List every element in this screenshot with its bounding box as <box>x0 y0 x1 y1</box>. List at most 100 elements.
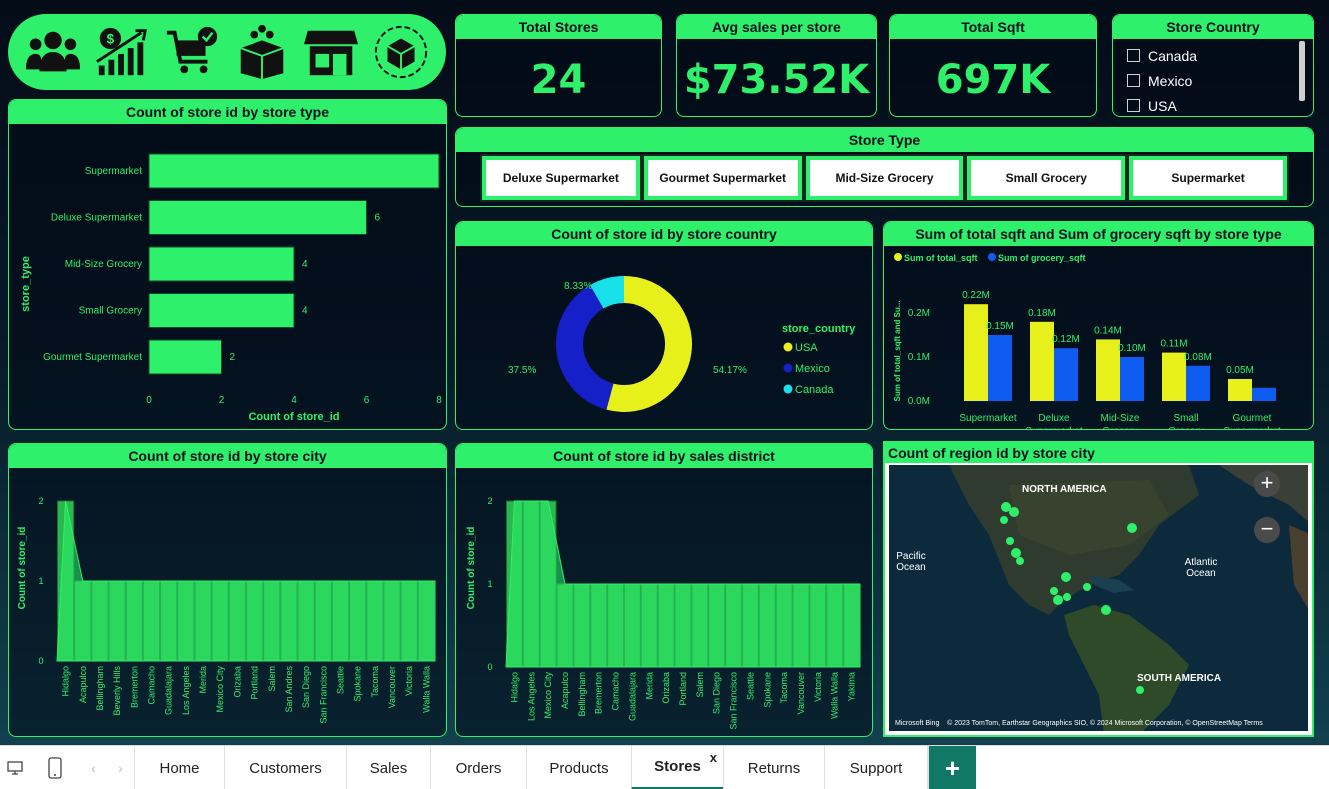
chart-store-type: Count of store id by store type Supermar… <box>8 99 447 430</box>
chart-title: Sum of total sqft and Sum of grocery sqf… <box>884 222 1313 246</box>
legend-label: Sum of total_sqft <box>904 253 978 263</box>
x-tick-label: Vancouver <box>796 672 806 714</box>
x-tick-label: Yakima <box>847 672 857 701</box>
zoom-in-button[interactable]: + <box>1254 471 1280 497</box>
checkbox[interactable] <box>1127 74 1140 87</box>
chart-title: Count of store id by store city <box>9 444 446 468</box>
data-label: 0.11M <box>1160 339 1187 350</box>
y-axis-title: store_type <box>20 256 32 312</box>
y-tick-label: 0 <box>487 662 492 672</box>
map-attribution: Microsoft Bing © 2023 TomTom, Earthstar … <box>895 720 1263 727</box>
map-marker <box>1061 572 1071 582</box>
store-type-slicer: Store Type Deluxe Supermarket Gourmet Su… <box>455 127 1314 207</box>
tab-customers[interactable]: Customers <box>224 746 346 789</box>
tab-returns[interactable]: Returns <box>723 746 824 789</box>
legend-marker <box>894 253 902 261</box>
map-marker <box>1101 605 1111 615</box>
bar <box>148 293 295 328</box>
tab-products[interactable]: Products <box>526 746 631 789</box>
y-tick-label: Mid-Size Grocery <box>65 259 142 270</box>
x-tick-label: San Andres <box>284 666 294 713</box>
y-tick-label: 2 <box>38 496 43 506</box>
x-tick-label: Gourmet <box>1233 413 1272 424</box>
x-tick-label: Mexico City <box>543 672 553 719</box>
x-tick-label: 0 <box>146 395 152 406</box>
legend-label: USA <box>795 342 818 354</box>
map-marker <box>1083 583 1091 591</box>
chart-title: Count of store id by store country <box>456 222 872 246</box>
zoom-out-button[interactable]: − <box>1254 517 1280 543</box>
kpi-total-stores: Total Stores 24 <box>455 14 662 117</box>
x-tick-label: Camacho <box>611 672 621 711</box>
x-tick-label: Hidalgo <box>509 672 519 703</box>
map-visual: Count of region id by store city NORTH A… <box>883 441 1314 737</box>
type-button-deluxe-supermarket[interactable]: Deluxe Supermarket <box>480 154 642 202</box>
bar <box>1030 321 1054 401</box>
x-tick-label: Vancouver <box>387 666 397 708</box>
desktop-view-icon[interactable] <box>0 746 30 789</box>
legend-label: Mexico <box>795 363 830 375</box>
bar <box>988 335 1012 401</box>
money-growth-icon: $ <box>96 27 148 76</box>
tab-scroll-controls: ‹ › <box>80 746 134 789</box>
cart-check-icon <box>167 26 218 74</box>
legend-label: Sum of grocery_sqft <box>998 253 1086 263</box>
chevron-left-icon[interactable]: ‹ <box>91 760 96 776</box>
x-tick-label: Spokane <box>762 672 772 708</box>
x-tick-label: Los Angeles <box>526 672 536 722</box>
map-marker <box>1011 548 1021 558</box>
slicer-option-usa[interactable]: USA <box>1127 93 1299 116</box>
data-label: 0.22M <box>962 290 990 301</box>
slicer-scrollbar[interactable] <box>1299 41 1305 101</box>
x-tick-label: Seattle <box>336 666 346 694</box>
legend-label: Canada <box>795 384 834 396</box>
tab-sales[interactable]: Sales <box>346 746 430 789</box>
slicer-option-mexico[interactable]: Mexico <box>1127 68 1299 93</box>
x-tick-label: Bremerton <box>129 666 139 708</box>
store-country-slicer-title: Store Country <box>1113 15 1313 39</box>
type-button-small-grocery[interactable]: Small Grocery <box>965 154 1128 202</box>
map-title: Count of region id by store city <box>885 443 1312 463</box>
x-tick-label: Mexico City <box>215 666 225 713</box>
checkbox[interactable] <box>1127 99 1140 112</box>
tab-label: Stores <box>654 758 701 775</box>
donut-chart-svg: 54.17% 37.5% 8.33% store_country USA Mexico Ca… <box>508 276 856 412</box>
users-icon <box>25 31 80 72</box>
kpi-total-sqft: Total Sqft 697K <box>889 14 1097 117</box>
hbar-chart-svg: Supermarket Deluxe Supermarket 6 Mid-Size G… <box>20 153 442 423</box>
data-label: 37.5% <box>508 365 536 376</box>
x-tick-label: Tacoma <box>779 672 789 704</box>
tab-support[interactable]: Support <box>824 746 928 789</box>
x-tick-label: Tacoma <box>370 666 380 698</box>
type-button-gourmet-supermarket[interactable]: Gourmet Supermarket <box>641 154 804 202</box>
map-markers <box>1000 502 1144 694</box>
y-tick-label: 1 <box>38 576 43 586</box>
map-marker <box>1009 507 1019 517</box>
legend-marker <box>988 253 996 261</box>
chart-title: Count of store id by sales district <box>456 444 872 468</box>
y-tick-label: 0.1M <box>908 352 930 363</box>
tab-orders[interactable]: Orders <box>430 746 526 789</box>
data-label: 4 <box>302 259 308 270</box>
mobile-view-icon[interactable] <box>30 746 80 789</box>
map-marker <box>1136 686 1144 694</box>
x-tick-label: Portland <box>250 666 260 700</box>
close-icon[interactable]: x <box>710 750 717 765</box>
checkbox[interactable] <box>1127 49 1140 62</box>
chevron-right-icon[interactable]: › <box>118 760 123 776</box>
x-tick-label: Acapulco <box>560 672 570 709</box>
bar <box>148 153 440 189</box>
map-canvas[interactable]: NORTH AMERICA SOUTH AMERICA Pacific Ocea… <box>889 465 1308 731</box>
slicer-option-canada[interactable]: Canada <box>1127 43 1299 68</box>
chart-title: Count of store id by store type <box>9 100 446 124</box>
kpi-total-stores-value: 24 <box>530 57 587 103</box>
x-tick-label: Los Angeles <box>181 666 191 716</box>
y-axis-title: Count of store_id <box>466 527 477 610</box>
type-button-mid-size-grocery[interactable]: Mid-Size Grocery <box>803 154 966 202</box>
tab-home[interactable]: Home <box>134 746 224 789</box>
tab-stores[interactable]: Stores x <box>631 746 723 789</box>
add-page-button[interactable]: + <box>928 746 976 789</box>
type-button-supermarket[interactable]: Supermarket <box>1127 154 1289 202</box>
y-tick-label: 2 <box>487 496 492 506</box>
bar <box>1096 339 1120 401</box>
